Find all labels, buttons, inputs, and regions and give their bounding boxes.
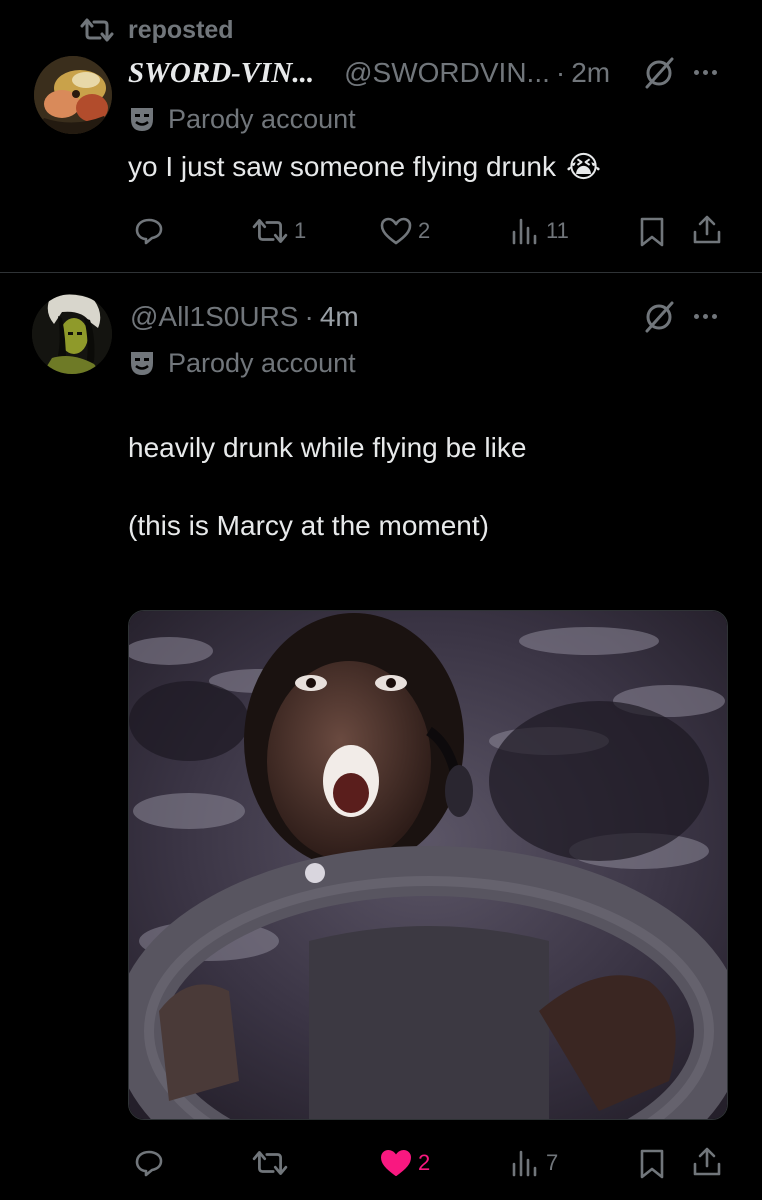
- views-icon: [512, 1150, 537, 1177]
- more-icon[interactable]: [694, 306, 724, 326]
- reply-icon: [135, 218, 163, 245]
- repost-count: 1: [294, 218, 307, 243]
- handle[interactable]: @All1S0URS: [130, 301, 298, 333]
- reply-button[interactable]: [134, 1146, 170, 1180]
- repost-label: reposted: [128, 15, 234, 44]
- parody-label: Parody account: [168, 347, 356, 378]
- like-icon: [381, 1150, 411, 1176]
- media-still: [129, 611, 727, 1119]
- view-count: 7: [546, 1150, 559, 1175]
- timestamp[interactable]: 2m: [571, 57, 610, 89]
- grok-slash-icon[interactable]: [642, 300, 676, 334]
- timestamp[interactable]: 4m: [320, 301, 359, 333]
- avatar-image: [34, 56, 112, 134]
- tweet1-body: yo I just saw someone flying drunk: [128, 151, 556, 182]
- tweet-divider: [0, 272, 762, 273]
- parody-label-row: Parody account: [128, 344, 356, 382]
- share-icon[interactable]: [692, 1146, 722, 1178]
- like-button[interactable]: 2: [380, 1146, 430, 1180]
- separator-dot: ·: [304, 301, 314, 332]
- reply-icon: [135, 1150, 163, 1177]
- tweet2-text-line1: heavily drunk while flying be like: [128, 432, 527, 463]
- more-icon[interactable]: [694, 62, 724, 82]
- reply-button[interactable]: [134, 214, 170, 248]
- display-name[interactable]: SWORD-VIN...: [128, 57, 314, 90]
- share-icon[interactable]: [692, 214, 722, 246]
- repost-icon: [252, 1151, 288, 1175]
- tweet1-header: SWORD-VIN... @SWORDVIN... · 2m: [128, 54, 610, 92]
- tweet2-header: @All1S0URS · 4m: [130, 298, 359, 336]
- like-button[interactable]: 2: [380, 214, 430, 248]
- like-count: 2: [418, 1150, 431, 1175]
- like-icon: [380, 217, 412, 245]
- views-button[interactable]: 11: [510, 214, 569, 248]
- repost-icon: [80, 18, 114, 42]
- parody-mask-icon: [131, 352, 153, 375]
- repost-indicator: reposted: [80, 12, 234, 48]
- parody-label-row: Parody account: [128, 100, 356, 138]
- repost-button[interactable]: [252, 1146, 294, 1180]
- views-button[interactable]: 7: [510, 1146, 558, 1180]
- avatar-sword-vin[interactable]: [34, 56, 112, 134]
- avatar-all1s0urs[interactable]: [32, 294, 112, 374]
- view-count: 11: [546, 218, 569, 243]
- avatar-image: [32, 294, 112, 374]
- tweet-media-image[interactable]: [128, 610, 728, 1120]
- handle[interactable]: @SWORDVIN...: [344, 57, 550, 89]
- like-count: 2: [418, 218, 431, 243]
- separator-dot: ·: [555, 57, 566, 88]
- parody-label: Parody account: [168, 103, 356, 134]
- tweet1-text: yo I just saw someone flying drunk 😭: [128, 146, 601, 188]
- tweet2-text-line2: (this is Marcy at the moment): [128, 510, 489, 541]
- grok-slash-icon[interactable]: [642, 56, 676, 90]
- bookmark-icon[interactable]: [638, 216, 666, 248]
- parody-mask-icon: [131, 108, 153, 131]
- repost-icon: [252, 219, 288, 243]
- bookmark-icon[interactable]: [638, 1148, 666, 1180]
- repost-button[interactable]: 1: [252, 214, 306, 248]
- views-icon: [512, 218, 537, 245]
- crying-face-emoji: 😭: [565, 150, 602, 184]
